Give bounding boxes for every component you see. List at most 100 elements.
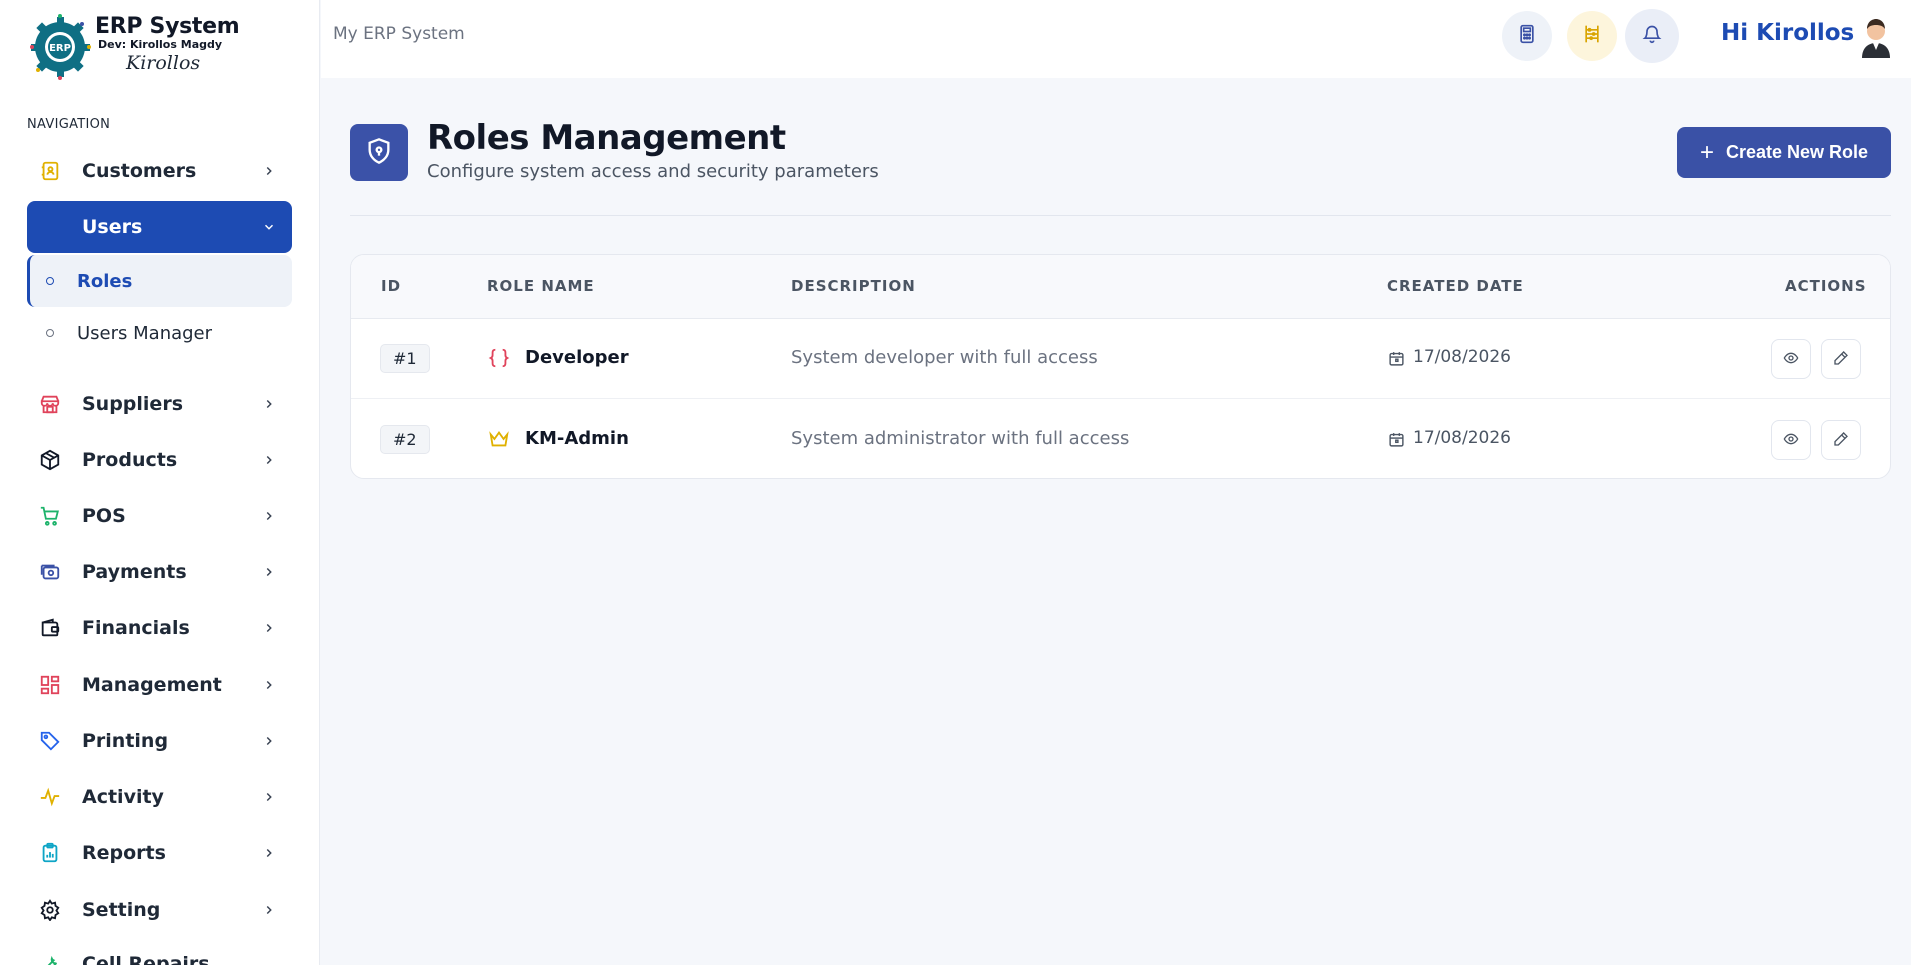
sidebar-item-cell-repairs[interactable]: Cell Repairs bbox=[27, 938, 292, 965]
create-new-role-button[interactable]: + Create New Role bbox=[1677, 127, 1891, 178]
chevron-down-icon bbox=[260, 218, 278, 236]
sidebar-item-label: Products bbox=[82, 449, 178, 471]
chevron-right-icon bbox=[260, 507, 278, 525]
wallet-icon bbox=[38, 616, 62, 640]
sidebar-item-setting[interactable]: Setting bbox=[27, 884, 292, 936]
sidebar-item-label: Cell Repairs bbox=[82, 953, 210, 965]
sidebar-item-label: Management bbox=[82, 674, 222, 696]
page-subtitle: Configure system access and security par… bbox=[427, 161, 879, 182]
roles-table: ID ROLE NAME DESCRIPTION CREATED DATE AC… bbox=[350, 254, 1891, 479]
brand[interactable]: ERP ERP System Dev: Kirollos Magdy Kirol… bbox=[28, 12, 278, 80]
chevron-right-icon bbox=[260, 788, 278, 806]
edit-button[interactable] bbox=[1821, 339, 1861, 379]
calendar-icon bbox=[1388, 350, 1405, 367]
sidebar-item-payments[interactable]: Payments bbox=[27, 546, 292, 598]
sidebar-item-activity[interactable]: Activity bbox=[27, 771, 292, 823]
sidebar-item-printing[interactable]: Printing bbox=[27, 715, 292, 767]
tag-icon bbox=[38, 729, 62, 753]
breadcrumb[interactable]: My ERP System bbox=[333, 24, 465, 44]
cart-icon bbox=[38, 504, 62, 528]
column-header-actions: ACTIONS bbox=[1785, 277, 1867, 295]
abacus-icon bbox=[1582, 24, 1602, 48]
role-name: KM-Admin bbox=[525, 428, 629, 449]
sidebar-subitem-users-manager[interactable]: Users Manager bbox=[27, 307, 292, 359]
edit-button[interactable] bbox=[1821, 420, 1861, 460]
chevron-right-icon bbox=[260, 451, 278, 469]
sidebar-item-products[interactable]: Products bbox=[27, 434, 292, 486]
sidebar-item-suppliers[interactable]: Suppliers bbox=[27, 378, 292, 430]
chevron-right-icon bbox=[260, 676, 278, 694]
erp-gear-logo: ERP bbox=[30, 14, 91, 80]
column-header-id[interactable]: ID bbox=[381, 277, 401, 295]
view-button[interactable] bbox=[1771, 420, 1811, 460]
gear-icon bbox=[38, 898, 62, 922]
brand-signature: Kirollos bbox=[126, 52, 201, 74]
created-date: 17/08/2026 bbox=[1413, 428, 1511, 448]
sidebar-item-management[interactable]: Management bbox=[27, 659, 292, 711]
abacus-button[interactable] bbox=[1567, 11, 1617, 61]
brand-title: ERP System bbox=[95, 14, 240, 39]
sidebar-item-label: Reports bbox=[82, 842, 166, 864]
navigation-heading: NAVIGATION bbox=[27, 117, 111, 132]
column-header-created-date[interactable]: CREATED DATE bbox=[1387, 277, 1524, 295]
users-icon bbox=[38, 215, 62, 239]
table-row[interactable]: #2 KM-Admin System administrator with fu… bbox=[351, 400, 1890, 478]
sidebar-item-label: Printing bbox=[82, 730, 169, 752]
user-greeting[interactable]: Hi Kirollos bbox=[1721, 20, 1854, 46]
chevron-right-icon bbox=[260, 162, 278, 180]
calculator-icon bbox=[1517, 24, 1537, 48]
pencil-icon bbox=[1833, 431, 1849, 450]
sidebar-item-customers[interactable]: Customers bbox=[27, 145, 292, 197]
crown-icon bbox=[487, 426, 511, 452]
contacts-book-icon bbox=[38, 159, 62, 183]
pencil-icon bbox=[1833, 350, 1849, 369]
clipboard-chart-icon bbox=[38, 841, 62, 865]
store-icon bbox=[38, 392, 62, 416]
sidebar-subitem-label: Roles bbox=[77, 270, 133, 292]
bell-icon bbox=[1642, 24, 1662, 48]
sidebar-item-users[interactable]: Users bbox=[27, 201, 292, 253]
create-new-role-label: Create New Role bbox=[1725, 142, 1869, 162]
sidebar-item-label: Payments bbox=[82, 561, 187, 583]
sidebar-item-financials[interactable]: Financials bbox=[27, 602, 292, 654]
sidebar-item-label: Activity bbox=[82, 786, 164, 808]
sidebar-item-pos[interactable]: POS bbox=[27, 490, 292, 542]
notifications-button[interactable] bbox=[1625, 9, 1679, 63]
table-row[interactable]: #1 Developer System developer with full … bbox=[351, 319, 1890, 399]
sidebar-item-label: Suppliers bbox=[82, 393, 184, 415]
created-date: 17/08/2026 bbox=[1413, 347, 1511, 367]
card-payment-icon bbox=[38, 560, 62, 584]
bullet-icon bbox=[46, 277, 54, 285]
page-icon-tile bbox=[350, 124, 408, 181]
shield-icon bbox=[365, 137, 393, 169]
box-icon bbox=[38, 448, 62, 472]
page-title: Roles Management bbox=[427, 118, 786, 158]
column-header-description[interactable]: DESCRIPTION bbox=[791, 277, 916, 295]
sidebar-item-label: POS bbox=[82, 505, 126, 527]
calculator-button[interactable] bbox=[1502, 11, 1552, 61]
calendar-icon bbox=[1388, 431, 1405, 448]
sidebar-item-label: Financials bbox=[82, 617, 190, 639]
chevron-right-icon bbox=[260, 844, 278, 862]
sidebar-item-reports[interactable]: Reports bbox=[27, 827, 292, 879]
avatar[interactable] bbox=[1856, 14, 1896, 58]
divider bbox=[350, 215, 1891, 216]
chevron-right-icon bbox=[260, 901, 278, 919]
sidebar-item-label: Customers bbox=[82, 160, 197, 182]
sidebar-subitem-label: Users Manager bbox=[77, 322, 213, 344]
role-id-badge: #1 bbox=[380, 344, 430, 373]
dashboard-grid-icon bbox=[38, 673, 62, 697]
sidebar: ERP ERP System Dev: Kirollos Magdy Kirol… bbox=[0, 0, 320, 965]
column-header-role-name[interactable]: ROLE NAME bbox=[487, 277, 595, 295]
wrench-icon bbox=[38, 952, 62, 965]
role-description: System administrator with full access bbox=[791, 428, 1130, 449]
brand-developer: Dev: Kirollos Magdy bbox=[98, 38, 223, 51]
chevron-right-icon bbox=[260, 563, 278, 581]
sidebar-subitem-roles[interactable]: Roles bbox=[27, 255, 292, 307]
chevron-right-icon bbox=[260, 395, 278, 413]
eye-icon bbox=[1783, 350, 1799, 369]
chevron-right-icon bbox=[260, 619, 278, 637]
view-button[interactable] bbox=[1771, 339, 1811, 379]
role-id-badge: #2 bbox=[380, 425, 430, 454]
sidebar-item-label: Users bbox=[82, 216, 143, 238]
